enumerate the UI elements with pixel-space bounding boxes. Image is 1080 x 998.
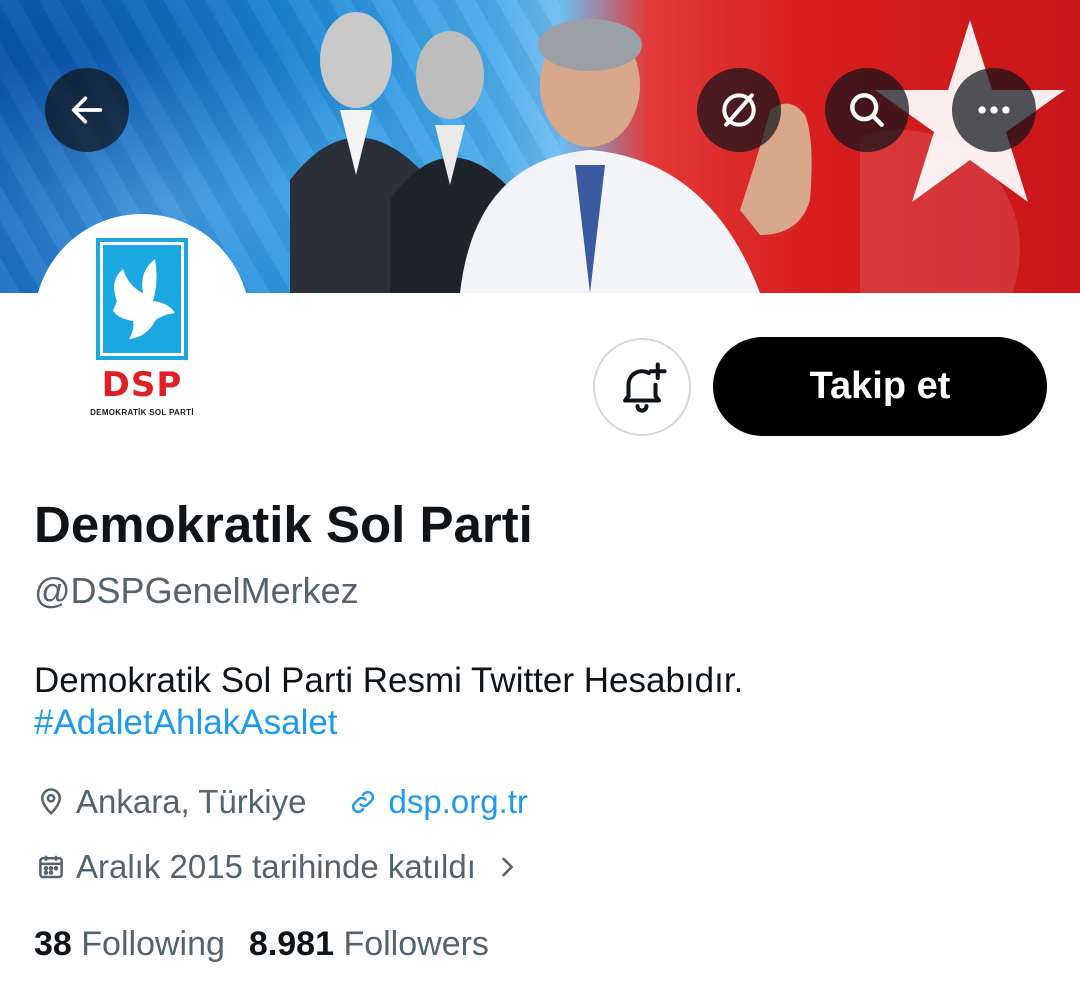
bell-plus-icon (623, 362, 667, 413)
location-text: Ankara, Türkiye (76, 783, 307, 820)
translate-off-button[interactable] (697, 68, 781, 152)
followers-count: 8.981 (248, 925, 334, 963)
arrow-left-icon (71, 96, 103, 124)
dove-logo (96, 238, 188, 360)
search-button[interactable] (825, 68, 909, 152)
profile-meta-location-row: Ankara, Türkiye dsp.org.tr (34, 783, 528, 821)
no-translate-icon (722, 93, 756, 127)
more-options-button[interactable] (952, 68, 1036, 152)
back-button[interactable] (45, 68, 129, 152)
followers-label: Followers (343, 925, 489, 963)
following-label: Following (81, 925, 225, 963)
logo-wordmark: DSP (101, 365, 183, 405)
bio-text: Demokratik Sol Parti Resmi Twitter Hesab… (34, 661, 744, 700)
calendar-icon (34, 850, 68, 884)
website-link[interactable]: dsp.org.tr (388, 783, 527, 821)
flag-star-graphic (860, 20, 1065, 293)
profile-avatar[interactable]: DSP DEMOKRATİK SOL PARTİ (34, 214, 250, 430)
bio-hashtag-link[interactable]: #AdaletAhlakAsalet (34, 702, 743, 744)
joined-date-text: Aralık 2015 tarihinde katıldı (76, 848, 476, 885)
follow-button[interactable]: Takip et (713, 337, 1047, 436)
more-dots-icon (978, 106, 1010, 114)
dove-icon (113, 259, 175, 339)
display-name: Demokratik Sol Parti (34, 496, 533, 553)
logo-subtitle: DEMOKRATİK SOL PARTİ (90, 408, 194, 417)
follow-stats: 38 Following 8.981 Followers (34, 925, 513, 964)
location-pin-icon (34, 785, 68, 819)
chevron-right-icon (490, 850, 524, 884)
search-icon (850, 93, 884, 127)
profile-meta-joined-row[interactable]: Aralık 2015 tarihinde katıldı (34, 848, 532, 886)
banner-figures (290, 12, 812, 293)
following-stat[interactable]: 38 Following (34, 925, 225, 964)
profile-bio: Demokratik Sol Parti Resmi Twitter Hesab… (34, 660, 743, 744)
followers-stat[interactable]: 8.981 Followers (249, 925, 489, 964)
following-count: 38 (34, 925, 72, 963)
notifications-button[interactable] (593, 338, 691, 436)
user-handle: @DSPGenelMerkez (34, 570, 359, 611)
link-icon (346, 785, 380, 819)
